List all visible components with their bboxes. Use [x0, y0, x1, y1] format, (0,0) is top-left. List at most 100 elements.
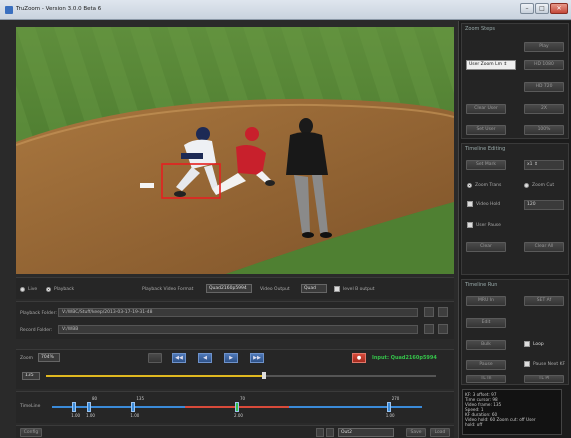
close-button[interactable]: ✕: [550, 3, 568, 14]
pause-button[interactable]: Pause: [466, 360, 506, 370]
timeline-marker[interactable]: [386, 402, 391, 412]
timeline-marker-top-label: 270: [391, 396, 400, 401]
record-folder-label: Record Folder:: [20, 328, 53, 333]
playback-folder-browse-button[interactable]: [424, 307, 434, 317]
zoom-label: Zoom: [20, 356, 33, 361]
config-button[interactable]: Config: [20, 428, 42, 437]
timeline-marker[interactable]: [72, 402, 77, 412]
maximize-button[interactable]: □: [535, 3, 549, 14]
maximize-icon: □: [539, 5, 545, 12]
level-b-output-label: level B output: [343, 287, 375, 292]
status-readout: KF: 3 offset: 97 Time cursor: 98 Video f…: [462, 389, 562, 435]
timeline-marker[interactable]: [235, 402, 239, 412]
play-button[interactable]: ▶: [224, 353, 238, 363]
mark-select-value: x1: [527, 162, 533, 167]
user-pause-checkbox[interactable]: [467, 222, 473, 228]
pause-next-kf-checkbox[interactable]: [524, 361, 530, 367]
folders-row: Playback Folder: V:/WBC/Stuff/keep/2013-…: [16, 301, 454, 339]
mark-select[interactable]: x1 ⇕: [524, 160, 564, 170]
zoom-trans-radio[interactable]: [467, 183, 472, 188]
record-folder-browse-button[interactable]: [424, 324, 434, 334]
zoom-step-hd1080-button[interactable]: HD 1080: [524, 60, 564, 70]
live-radio[interactable]: [20, 287, 25, 292]
right-panel: Zoom Steps Play User Zoom Lm ⇕ HD 1080 H…: [458, 21, 571, 438]
set-mark-button[interactable]: Set Mark: [466, 160, 506, 170]
playback-radio[interactable]: [46, 287, 51, 292]
out-next-button[interactable]: [326, 428, 334, 437]
hold-value-input[interactable]: 120: [524, 200, 564, 210]
zoom-value[interactable]: 704%: [38, 353, 60, 362]
rewind-icon: ◀◀: [175, 355, 183, 361]
video-output-select[interactable]: Quad: [301, 284, 327, 293]
zoom-step-hd720-button[interactable]: HD 720: [524, 82, 564, 92]
out-field[interactable]: Out2: [338, 428, 394, 437]
playback-folder-open-button[interactable]: [438, 307, 448, 317]
zoom-step-2x-button[interactable]: 2X: [524, 104, 564, 114]
play-icon: ▶: [229, 355, 233, 361]
user-zoom-select-value: User Zoom Lm: [469, 62, 502, 67]
playback-label: Playback: [54, 287, 75, 292]
scrub-progress: [46, 375, 265, 377]
status-line: hold: off: [465, 422, 483, 427]
timeline-marker[interactable]: [87, 402, 91, 412]
bulk-button[interactable]: Bulk: [466, 340, 506, 350]
zoom-steps-title: Zoom Steps: [465, 26, 495, 32]
mru-in-button[interactable]: MRU In: [466, 296, 506, 306]
timeline-label: TimeLine: [20, 404, 41, 409]
clear-all-button[interactable]: Clear All: [524, 242, 564, 252]
user-zoom-select[interactable]: User Zoom Lm ⇕: [466, 60, 516, 70]
edit-button[interactable]: Edit: [466, 318, 506, 328]
video-hold-checkbox[interactable]: [467, 201, 473, 207]
video-frame-image: [16, 27, 454, 274]
record-folder-input[interactable]: V:/WBB: [58, 325, 418, 334]
level-b-output-checkbox[interactable]: [334, 286, 340, 292]
record-icon: ●: [356, 355, 362, 361]
record-button[interactable]: ●: [352, 353, 366, 363]
live-label: Live: [28, 287, 38, 292]
loop-checkbox[interactable]: [524, 341, 530, 347]
tl-in-button[interactable]: TL In: [466, 375, 506, 383]
playback-format-label: Playback Video Format: [142, 287, 194, 292]
timeline-marker-top-label: 135: [136, 396, 145, 401]
bottom-controls: Live Playback Playback Video Format Quad…: [16, 277, 454, 438]
rewind-button[interactable]: ◀◀: [172, 353, 186, 363]
minimize-button[interactable]: –: [520, 3, 534, 14]
stop-button[interactable]: [148, 353, 162, 363]
timeline-marker-bottom-label: 1.00: [130, 413, 140, 418]
timeline-marker-top-label: 80: [92, 396, 98, 401]
loop-label: Loop: [533, 342, 544, 347]
timeline-marker-bottom-label: 1.00: [385, 413, 395, 418]
zoom-cut-radio[interactable]: [524, 183, 529, 188]
timeline-run-title: Timeline Run: [465, 282, 498, 288]
fast-forward-button[interactable]: ▶▶: [250, 353, 264, 363]
video-preview[interactable]: [16, 27, 454, 274]
scrub-track[interactable]: [46, 372, 436, 379]
playback-format-select[interactable]: Quad2160p5994: [206, 284, 252, 293]
set-user-button[interactable]: Set User: [466, 125, 506, 135]
close-icon: ✕: [556, 5, 562, 12]
tl-pl-button[interactable]: TL Pl: [524, 375, 564, 383]
zoom-cut-label: Zoom Cut: [532, 183, 555, 188]
video-output-label: Video Output: [260, 287, 290, 292]
zoom-step-100-button[interactable]: 100%: [524, 125, 564, 135]
input-format-label: Input: Quad2160p5994: [372, 355, 437, 361]
timeline-editing-title: Timeline Editing: [465, 146, 506, 152]
out-prev-button[interactable]: [316, 428, 324, 437]
scrub-handle[interactable]: [262, 372, 267, 379]
timeline-marker[interactable]: [131, 402, 136, 412]
fast-forward-icon: ▶▶: [253, 355, 261, 361]
set-af-button[interactable]: SET Af: [524, 296, 564, 306]
pause-next-kf-label: Pause Next KF: [533, 362, 566, 367]
playback-folder-input[interactable]: V:/WBC/Stuff/keep/2013-03-17-19-31-48: [58, 308, 418, 317]
zoom-trans-label: Zoom Trans: [475, 183, 502, 188]
timeline-marker-bottom-label: 1.00: [71, 413, 81, 418]
clear-button[interactable]: Clear: [466, 242, 506, 252]
save-button[interactable]: Save: [406, 428, 426, 437]
zoom-step-play-button[interactable]: Play: [524, 42, 564, 52]
clear-user-button[interactable]: Clear User: [466, 104, 506, 114]
bottom-bar: Config Out2 Save Load: [16, 425, 454, 438]
load-button[interactable]: Load: [430, 428, 450, 437]
play-reverse-button[interactable]: ◀: [198, 353, 212, 363]
timeline-marker-bottom-label: 2.00: [234, 413, 243, 418]
record-folder-open-button[interactable]: [438, 324, 448, 334]
